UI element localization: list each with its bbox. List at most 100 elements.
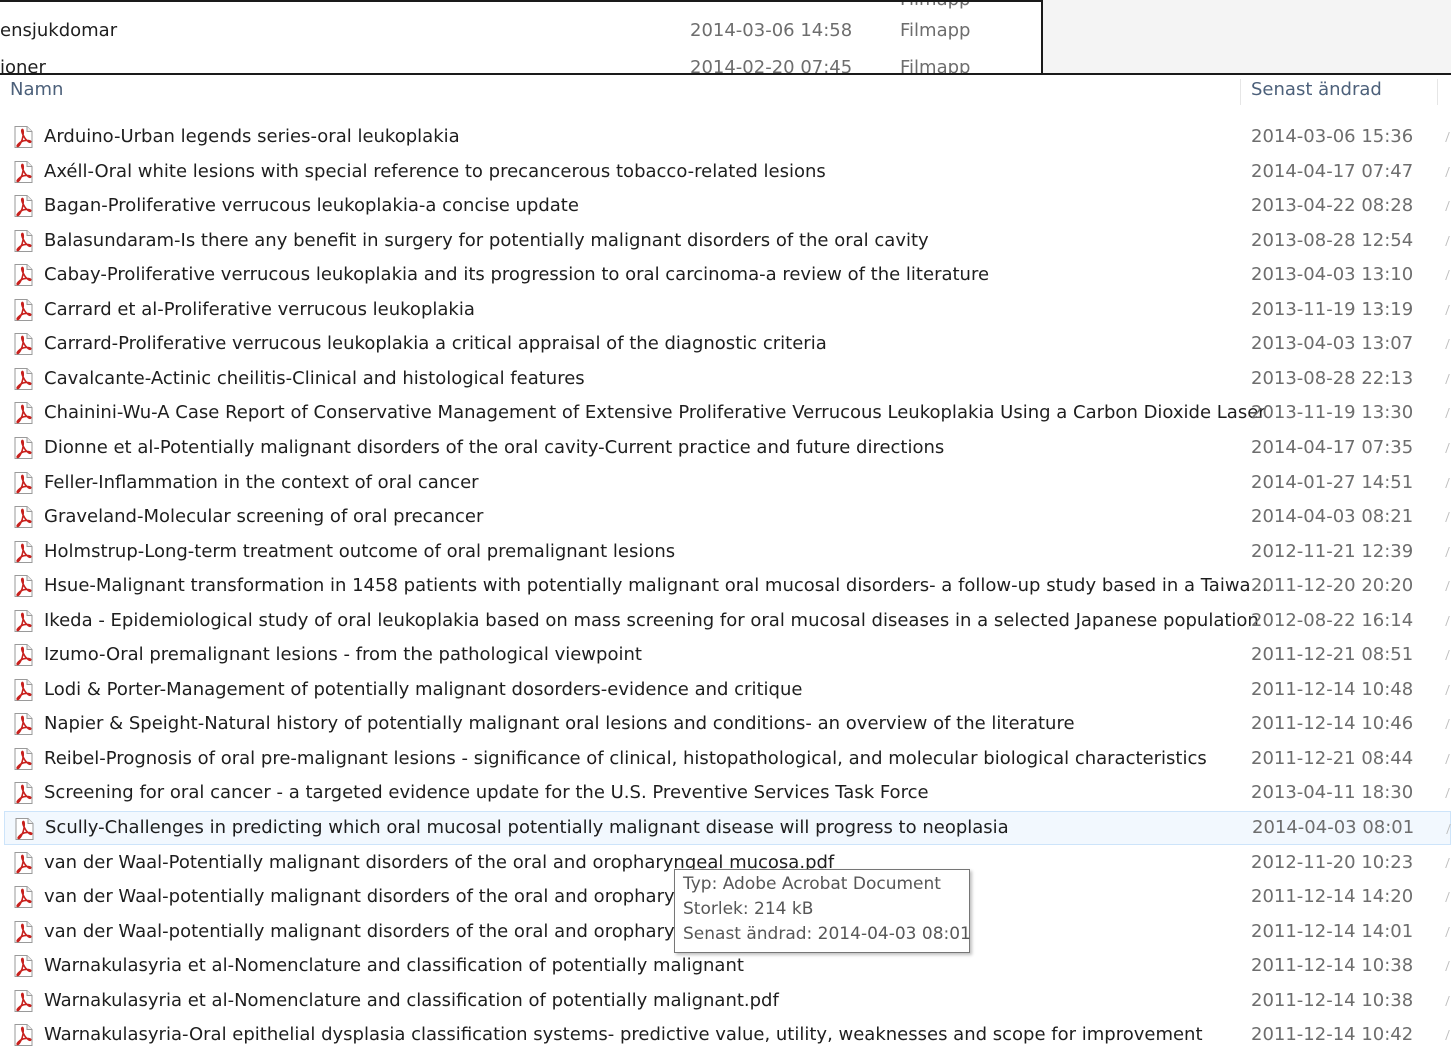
file-row[interactable]: Bagan-Proliferative verrucous leukoplaki…	[4, 189, 1451, 223]
file-modified-date: 2012-11-20 10:23	[1251, 852, 1414, 873]
file-row[interactable]: Warnakulasyria et al-Nomenclature and cl…	[4, 949, 1451, 983]
file-row[interactable]: Reibel-Prognosis of oral pre-malignant l…	[4, 742, 1451, 776]
file-row[interactable]: Feller-Inflammation in the context of or…	[4, 466, 1451, 500]
pdf-icon	[11, 229, 35, 253]
type-column-fragment	[1445, 788, 1451, 798]
pdf-icon	[11, 920, 35, 944]
file-modified-date: 2013-08-28 22:13	[1251, 368, 1414, 389]
file-row[interactable]: Cavalcante-Actinic cheilitis-Clinical an…	[4, 362, 1451, 396]
file-modified-date: 2012-11-21 12:39	[1251, 541, 1414, 562]
file-name: Feller-Inflammation in the context of or…	[44, 472, 479, 493]
file-name: Cabay-Proliferative verrucous leukoplaki…	[44, 264, 990, 285]
tooltip-type: Typ: Adobe Acrobat Document	[683, 874, 941, 894]
file-row[interactable]: Axéll-Oral white lesions with special re…	[4, 155, 1451, 189]
file-name: Lodi & Porter-Management of potentially …	[44, 679, 803, 700]
type-column-fragment	[1445, 201, 1451, 211]
type-column-fragment	[1445, 478, 1451, 488]
type-column-fragment	[1445, 374, 1451, 384]
pdf-icon	[11, 125, 35, 149]
file-row[interactable]: Cabay-Proliferative verrucous leukoplaki…	[4, 258, 1451, 292]
folder-row[interactable]: ensjukdomar 2014-03-06 14:58 Filmapp	[0, 14, 1040, 48]
column-separator[interactable]	[1437, 79, 1438, 105]
type-column-fragment	[1445, 927, 1451, 937]
file-name: Chainini-Wu-A Case Report of Conservativ…	[44, 402, 1266, 423]
file-name: Bagan-Proliferative verrucous leukoplaki…	[44, 195, 579, 216]
type-column-fragment	[1445, 132, 1451, 142]
file-name: Carrard et al-Proliferative verrucous le…	[44, 299, 475, 320]
file-modified-date: 2011-12-14 10:46	[1251, 713, 1414, 734]
folder-list-pane: Filmapp ensjukdomar 2014-03-06 14:58 Fil…	[0, 0, 1043, 74]
file-name: Carrard-Proliferative verrucous leukopla…	[44, 333, 827, 354]
file-row[interactable]: Warnakulasyria-Oral epithelial dysplasia…	[4, 1018, 1451, 1052]
type-column-fragment	[1445, 754, 1451, 764]
type-column-fragment	[1445, 408, 1451, 418]
file-modified-date: 2011-12-20 20:20	[1251, 575, 1414, 596]
folder-name: ioner	[0, 57, 46, 73]
file-row[interactable]: Chainini-Wu-A Case Report of Conservativ…	[4, 396, 1451, 430]
file-name: Napier & Speight-Natural history of pote…	[44, 713, 1075, 734]
file-name: Arduino-Urban legends series-oral leukop…	[44, 126, 460, 147]
file-row[interactable]: Dionne et al-Potentially malignant disor…	[4, 431, 1451, 465]
file-row[interactable]: Carrard et al-Proliferative verrucous le…	[4, 293, 1451, 327]
file-row[interactable]: Hsue-Malignant transformation in 1458 pa…	[4, 569, 1451, 603]
file-row[interactable]: Graveland-Molecular screening of oral pr…	[4, 500, 1451, 534]
file-name: Graveland-Molecular screening of oral pr…	[44, 506, 484, 527]
file-modified-date: 2013-08-28 12:54	[1251, 230, 1414, 251]
file-name: Screening for oral cancer - a targeted e…	[44, 782, 929, 803]
file-modified-date: 2011-12-14 10:38	[1251, 955, 1414, 976]
type-column-fragment	[1445, 685, 1451, 695]
folder-type: Filmapp	[900, 20, 971, 41]
file-name: Warnakulasyria et al-Nomenclature and cl…	[44, 955, 744, 976]
file-row-selected[interactable]: Scully-Challenges in predicting which or…	[4, 811, 1451, 845]
pdf-icon	[11, 574, 35, 598]
type-column-fragment	[1445, 339, 1451, 349]
column-header-name[interactable]: Namn	[10, 79, 63, 100]
file-modified-date: 2013-04-11 18:30	[1251, 782, 1414, 803]
file-row[interactable]: Lodi & Porter-Management of potentially …	[4, 673, 1451, 707]
column-separator[interactable]	[1240, 79, 1241, 105]
folder-row[interactable]: ioner 2014-02-20 07:45 Filmapp	[0, 51, 1040, 73]
file-modified-date: 2014-01-27 14:51	[1251, 472, 1414, 493]
type-column-fragment	[1445, 581, 1451, 591]
pdf-icon	[11, 540, 35, 564]
column-header: Namn Senast ändrad	[0, 75, 1451, 109]
folder-type: Filmapp	[900, 57, 971, 73]
file-name: Warnakulasyria-Oral epithelial dysplasia…	[44, 1024, 1203, 1045]
file-row[interactable]: Arduino-Urban legends series-oral leukop…	[4, 120, 1451, 154]
pane-border	[0, 0, 1043, 2]
file-row[interactable]: Napier & Speight-Natural history of pote…	[4, 707, 1451, 741]
pdf-icon	[11, 851, 35, 875]
file-name: Dionne et al-Potentially malignant disor…	[44, 437, 945, 458]
file-modified-date: 2011-12-21 08:44	[1251, 748, 1414, 769]
file-modified-date: 2014-04-03 08:01	[1252, 817, 1415, 838]
pdf-icon	[11, 747, 35, 771]
file-row[interactable]: Holmstrup-Long-term treatment outcome of…	[4, 535, 1451, 569]
type-column-fragment	[1445, 616, 1451, 626]
type-column-fragment	[1445, 1030, 1451, 1040]
file-name: Warnakulasyria et al-Nomenclature and cl…	[44, 990, 779, 1011]
file-modified-date: 2014-04-17 07:47	[1251, 161, 1414, 182]
file-modified-date: 2014-04-03 08:21	[1251, 506, 1414, 527]
pdf-icon	[11, 401, 35, 425]
file-name: Ikeda - Epidemiological study of oral le…	[44, 610, 1259, 631]
file-row[interactable]: Ikeda - Epidemiological study of oral le…	[4, 604, 1451, 638]
file-name: Holmstrup-Long-term treatment outcome of…	[44, 541, 676, 562]
file-row[interactable]: Screening for oral cancer - a targeted e…	[4, 776, 1451, 810]
tooltip-modified: Senast ändrad: 2014-04-03 08:01	[683, 924, 971, 944]
file-row[interactable]: Balasundaram-Is there any benefit in sur…	[4, 224, 1451, 258]
type-column-fragment	[1445, 305, 1451, 315]
file-row[interactable]: Carrard-Proliferative verrucous leukopla…	[4, 327, 1451, 361]
folder-date: 2014-02-20 07:45	[690, 57, 853, 73]
file-modified-date: 2011-12-14 14:01	[1251, 921, 1414, 942]
file-row[interactable]: Izumo-Oral premalignant lesions - from t…	[4, 638, 1451, 672]
pane-divider	[0, 73, 1451, 75]
pdf-icon	[11, 436, 35, 460]
file-name: Reibel-Prognosis of oral pre-malignant l…	[44, 748, 1207, 769]
file-tooltip: Typ: Adobe Acrobat Document Storlek: 214…	[674, 869, 971, 953]
file-modified-date: 2011-12-14 10:38	[1251, 990, 1414, 1011]
column-header-modified[interactable]: Senast ändrad	[1251, 79, 1382, 100]
file-modified-date: 2013-04-03 13:10	[1251, 264, 1414, 285]
file-name: Balasundaram-Is there any benefit in sur…	[44, 230, 929, 251]
file-modified-date: 2014-04-17 07:35	[1251, 437, 1414, 458]
file-row[interactable]: Warnakulasyria et al-Nomenclature and cl…	[4, 984, 1451, 1018]
